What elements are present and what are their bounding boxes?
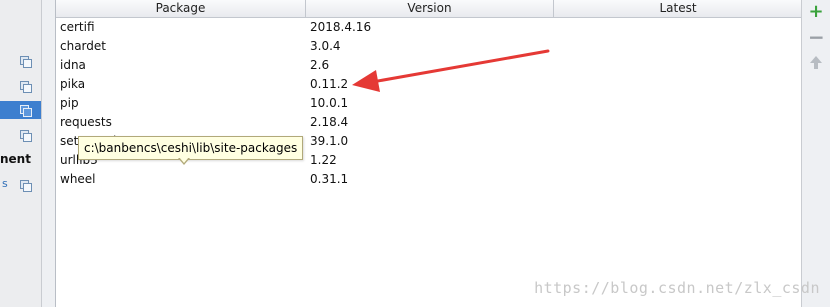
table-row[interactable]: chardet 3.0.4: [56, 37, 803, 56]
path-tooltip: c:\banbencs\ceshi\lib\site-packages: [78, 136, 304, 160]
package-name: idna: [60, 58, 86, 72]
up-arrow-icon[interactable]: [808, 55, 824, 71]
copy-icon: [20, 180, 32, 192]
copy-icon: [20, 56, 32, 68]
column-header-package[interactable]: Package: [56, 0, 306, 17]
package-version: 39.1.0: [310, 134, 349, 148]
tooltip-pointer-fill: [179, 157, 189, 163]
package-toolbar: + −: [801, 0, 830, 307]
copy-icon: [20, 105, 32, 117]
copy-icon: [20, 81, 32, 93]
package-version: 0.31.1: [310, 172, 349, 186]
package-version: 2018.4.16: [310, 20, 372, 34]
table-row[interactable]: wheel 0.31.1: [56, 170, 803, 189]
watermark: https://blog.csdn.net/zlx_csdn: [534, 279, 820, 297]
sidebar-section-label: nent: [0, 152, 31, 166]
column-header-version[interactable]: Version: [306, 0, 554, 17]
table-row[interactable]: idna 2.6: [56, 56, 803, 75]
table-row[interactable]: pip 10.0.1: [56, 94, 803, 113]
package-name: requests: [60, 115, 112, 129]
column-header-latest[interactable]: Latest: [554, 0, 802, 17]
package-version: 3.0.4: [310, 39, 341, 53]
package-name: wheel: [60, 172, 96, 186]
sidebar-item[interactable]: [0, 77, 41, 95]
package-name: certifi: [60, 20, 95, 34]
sidebar-item[interactable]: [0, 52, 41, 70]
plus-icon[interactable]: +: [808, 3, 824, 21]
settings-sidebar: nent s: [0, 0, 41, 307]
package-name: chardet: [60, 39, 106, 53]
table-row[interactable]: certifi 2018.4.16: [56, 18, 803, 37]
package-version: 1.22: [310, 153, 337, 167]
minus-icon[interactable]: −: [808, 27, 825, 47]
package-version: 2.18.4: [310, 115, 349, 129]
sidebar-item-selected[interactable]: [0, 101, 41, 119]
package-version: 2.6: [310, 58, 330, 72]
package-name: pip: [60, 96, 79, 110]
copy-icon: [20, 130, 32, 142]
table-row[interactable]: requests 2.18.4: [56, 113, 803, 132]
package-name: pika: [60, 77, 86, 91]
package-version: 0.11.2: [310, 77, 349, 91]
sidebar-item[interactable]: [0, 176, 41, 194]
sidebar-item[interactable]: [0, 126, 41, 144]
table-header: Package Version Latest: [56, 0, 803, 18]
table-row[interactable]: pika 0.11.2: [56, 75, 803, 94]
package-version: 10.0.1: [310, 96, 349, 110]
